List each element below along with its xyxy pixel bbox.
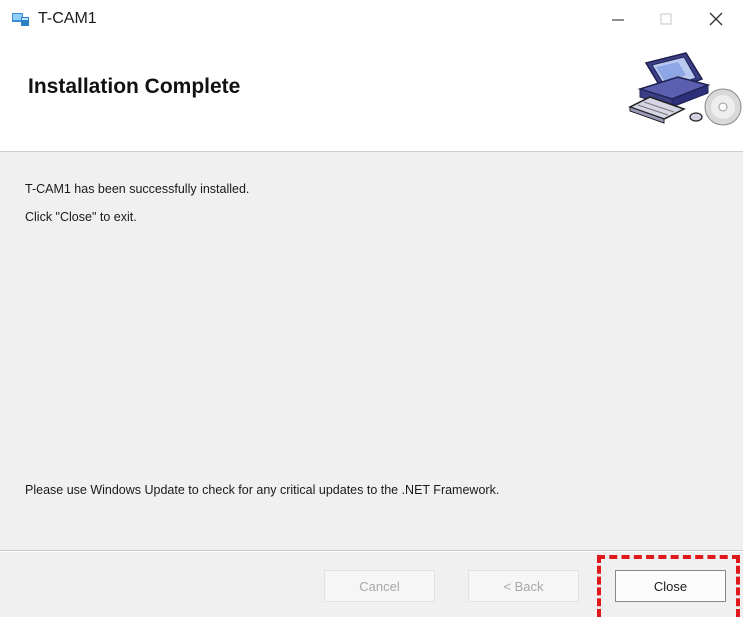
title-bar[interactable]: T-CAM1	[0, 0, 743, 37]
page-title: Installation Complete	[28, 75, 241, 98]
close-icon	[709, 12, 723, 25]
minimize-icon	[612, 18, 624, 21]
exit-instruction: Click "Close" to exit.	[25, 210, 137, 224]
setup-icon	[12, 13, 29, 26]
window-title: T-CAM1	[38, 10, 97, 27]
minimize-button[interactable]	[592, 0, 644, 37]
close-button[interactable]: Close	[615, 570, 726, 602]
back-button[interactable]: < Back	[468, 570, 579, 602]
maximize-icon	[660, 13, 672, 24]
window-close-button[interactable]	[690, 0, 742, 37]
computer-cd-icon	[628, 52, 742, 126]
header-banner: Installation Complete	[0, 37, 743, 152]
dotnet-update-note: Please use Windows Update to check for a…	[25, 483, 500, 497]
installer-window: T-CAM1 Installation Complete T-CAM1 has …	[0, 0, 743, 617]
success-message: T-CAM1 has been successfully installed.	[25, 182, 250, 196]
maximize-button[interactable]	[640, 0, 692, 37]
cancel-button[interactable]: Cancel	[324, 570, 435, 602]
content-area: T-CAM1 has been successfully installed. …	[0, 152, 743, 550]
button-bar: Cancel < Back Close	[0, 552, 743, 617]
